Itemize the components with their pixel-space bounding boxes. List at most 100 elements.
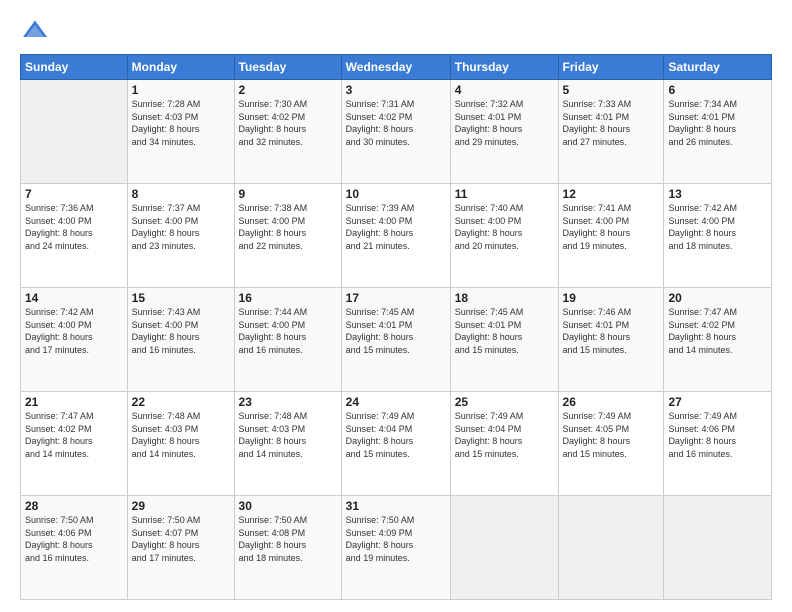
day-number: 26 <box>563 395 660 409</box>
calendar-cell: 17Sunrise: 7:45 AM Sunset: 4:01 PM Dayli… <box>341 288 450 392</box>
day-info: Sunrise: 7:50 AM Sunset: 4:07 PM Dayligh… <box>132 514 230 564</box>
logo-icon <box>20 16 50 46</box>
day-info: Sunrise: 7:28 AM Sunset: 4:03 PM Dayligh… <box>132 98 230 148</box>
day-info: Sunrise: 7:40 AM Sunset: 4:00 PM Dayligh… <box>455 202 554 252</box>
day-number: 31 <box>346 499 446 513</box>
day-number: 23 <box>239 395 337 409</box>
day-info: Sunrise: 7:49 AM Sunset: 4:05 PM Dayligh… <box>563 410 660 460</box>
day-number: 12 <box>563 187 660 201</box>
calendar-cell: 10Sunrise: 7:39 AM Sunset: 4:00 PM Dayli… <box>341 184 450 288</box>
calendar-cell: 3Sunrise: 7:31 AM Sunset: 4:02 PM Daylig… <box>341 80 450 184</box>
day-number: 18 <box>455 291 554 305</box>
weekday-header-saturday: Saturday <box>664 55 772 80</box>
day-info: Sunrise: 7:49 AM Sunset: 4:04 PM Dayligh… <box>346 410 446 460</box>
calendar-cell: 13Sunrise: 7:42 AM Sunset: 4:00 PM Dayli… <box>664 184 772 288</box>
day-number: 17 <box>346 291 446 305</box>
day-info: Sunrise: 7:42 AM Sunset: 4:00 PM Dayligh… <box>668 202 767 252</box>
logo <box>20 16 54 46</box>
day-number: 13 <box>668 187 767 201</box>
calendar-header: SundayMondayTuesdayWednesdayThursdayFrid… <box>21 55 772 80</box>
calendar-cell: 30Sunrise: 7:50 AM Sunset: 4:08 PM Dayli… <box>234 496 341 600</box>
weekday-row: SundayMondayTuesdayWednesdayThursdayFrid… <box>21 55 772 80</box>
day-number: 21 <box>25 395 123 409</box>
calendar-cell: 7Sunrise: 7:36 AM Sunset: 4:00 PM Daylig… <box>21 184 128 288</box>
day-number: 3 <box>346 83 446 97</box>
calendar-cell: 6Sunrise: 7:34 AM Sunset: 4:01 PM Daylig… <box>664 80 772 184</box>
calendar-week-1: 1Sunrise: 7:28 AM Sunset: 4:03 PM Daylig… <box>21 80 772 184</box>
calendar-cell <box>21 80 128 184</box>
day-info: Sunrise: 7:47 AM Sunset: 4:02 PM Dayligh… <box>668 306 767 356</box>
day-info: Sunrise: 7:45 AM Sunset: 4:01 PM Dayligh… <box>455 306 554 356</box>
calendar-cell: 27Sunrise: 7:49 AM Sunset: 4:06 PM Dayli… <box>664 392 772 496</box>
day-info: Sunrise: 7:50 AM Sunset: 4:08 PM Dayligh… <box>239 514 337 564</box>
day-number: 27 <box>668 395 767 409</box>
day-number: 25 <box>455 395 554 409</box>
day-number: 9 <box>239 187 337 201</box>
calendar-cell: 2Sunrise: 7:30 AM Sunset: 4:02 PM Daylig… <box>234 80 341 184</box>
calendar-cell: 8Sunrise: 7:37 AM Sunset: 4:00 PM Daylig… <box>127 184 234 288</box>
day-number: 24 <box>346 395 446 409</box>
calendar-cell <box>558 496 664 600</box>
weekday-header-thursday: Thursday <box>450 55 558 80</box>
weekday-header-wednesday: Wednesday <box>341 55 450 80</box>
weekday-header-monday: Monday <box>127 55 234 80</box>
day-info: Sunrise: 7:48 AM Sunset: 4:03 PM Dayligh… <box>239 410 337 460</box>
day-info: Sunrise: 7:32 AM Sunset: 4:01 PM Dayligh… <box>455 98 554 148</box>
day-info: Sunrise: 7:38 AM Sunset: 4:00 PM Dayligh… <box>239 202 337 252</box>
calendar-cell: 16Sunrise: 7:44 AM Sunset: 4:00 PM Dayli… <box>234 288 341 392</box>
day-number: 4 <box>455 83 554 97</box>
calendar-cell: 25Sunrise: 7:49 AM Sunset: 4:04 PM Dayli… <box>450 392 558 496</box>
day-info: Sunrise: 7:33 AM Sunset: 4:01 PM Dayligh… <box>563 98 660 148</box>
day-number: 5 <box>563 83 660 97</box>
day-info: Sunrise: 7:34 AM Sunset: 4:01 PM Dayligh… <box>668 98 767 148</box>
day-info: Sunrise: 7:39 AM Sunset: 4:00 PM Dayligh… <box>346 202 446 252</box>
day-info: Sunrise: 7:50 AM Sunset: 4:09 PM Dayligh… <box>346 514 446 564</box>
weekday-header-friday: Friday <box>558 55 664 80</box>
day-info: Sunrise: 7:50 AM Sunset: 4:06 PM Dayligh… <box>25 514 123 564</box>
calendar-cell: 22Sunrise: 7:48 AM Sunset: 4:03 PM Dayli… <box>127 392 234 496</box>
calendar-cell: 19Sunrise: 7:46 AM Sunset: 4:01 PM Dayli… <box>558 288 664 392</box>
day-info: Sunrise: 7:31 AM Sunset: 4:02 PM Dayligh… <box>346 98 446 148</box>
day-info: Sunrise: 7:47 AM Sunset: 4:02 PM Dayligh… <box>25 410 123 460</box>
day-info: Sunrise: 7:49 AM Sunset: 4:04 PM Dayligh… <box>455 410 554 460</box>
calendar-cell: 26Sunrise: 7:49 AM Sunset: 4:05 PM Dayli… <box>558 392 664 496</box>
calendar-cell: 4Sunrise: 7:32 AM Sunset: 4:01 PM Daylig… <box>450 80 558 184</box>
day-number: 10 <box>346 187 446 201</box>
day-info: Sunrise: 7:44 AM Sunset: 4:00 PM Dayligh… <box>239 306 337 356</box>
calendar-week-2: 7Sunrise: 7:36 AM Sunset: 4:00 PM Daylig… <box>21 184 772 288</box>
day-number: 29 <box>132 499 230 513</box>
day-number: 16 <box>239 291 337 305</box>
weekday-header-tuesday: Tuesday <box>234 55 341 80</box>
header <box>20 16 772 46</box>
calendar-cell <box>450 496 558 600</box>
day-number: 15 <box>132 291 230 305</box>
day-number: 22 <box>132 395 230 409</box>
day-info: Sunrise: 7:36 AM Sunset: 4:00 PM Dayligh… <box>25 202 123 252</box>
day-number: 8 <box>132 187 230 201</box>
day-info: Sunrise: 7:43 AM Sunset: 4:00 PM Dayligh… <box>132 306 230 356</box>
day-info: Sunrise: 7:42 AM Sunset: 4:00 PM Dayligh… <box>25 306 123 356</box>
calendar-cell: 12Sunrise: 7:41 AM Sunset: 4:00 PM Dayli… <box>558 184 664 288</box>
calendar-week-3: 14Sunrise: 7:42 AM Sunset: 4:00 PM Dayli… <box>21 288 772 392</box>
calendar-cell: 1Sunrise: 7:28 AM Sunset: 4:03 PM Daylig… <box>127 80 234 184</box>
calendar-cell: 23Sunrise: 7:48 AM Sunset: 4:03 PM Dayli… <box>234 392 341 496</box>
day-number: 20 <box>668 291 767 305</box>
day-number: 14 <box>25 291 123 305</box>
calendar-cell: 9Sunrise: 7:38 AM Sunset: 4:00 PM Daylig… <box>234 184 341 288</box>
calendar-cell: 11Sunrise: 7:40 AM Sunset: 4:00 PM Dayli… <box>450 184 558 288</box>
day-info: Sunrise: 7:48 AM Sunset: 4:03 PM Dayligh… <box>132 410 230 460</box>
day-info: Sunrise: 7:41 AM Sunset: 4:00 PM Dayligh… <box>563 202 660 252</box>
weekday-header-sunday: Sunday <box>21 55 128 80</box>
calendar-cell: 24Sunrise: 7:49 AM Sunset: 4:04 PM Dayli… <box>341 392 450 496</box>
calendar-cell: 29Sunrise: 7:50 AM Sunset: 4:07 PM Dayli… <box>127 496 234 600</box>
day-number: 19 <box>563 291 660 305</box>
calendar-cell: 31Sunrise: 7:50 AM Sunset: 4:09 PM Dayli… <box>341 496 450 600</box>
day-number: 6 <box>668 83 767 97</box>
calendar: SundayMondayTuesdayWednesdayThursdayFrid… <box>20 54 772 600</box>
page: SundayMondayTuesdayWednesdayThursdayFrid… <box>0 0 792 612</box>
day-info: Sunrise: 7:46 AM Sunset: 4:01 PM Dayligh… <box>563 306 660 356</box>
day-info: Sunrise: 7:49 AM Sunset: 4:06 PM Dayligh… <box>668 410 767 460</box>
day-number: 30 <box>239 499 337 513</box>
calendar-body: 1Sunrise: 7:28 AM Sunset: 4:03 PM Daylig… <box>21 80 772 600</box>
day-number: 2 <box>239 83 337 97</box>
